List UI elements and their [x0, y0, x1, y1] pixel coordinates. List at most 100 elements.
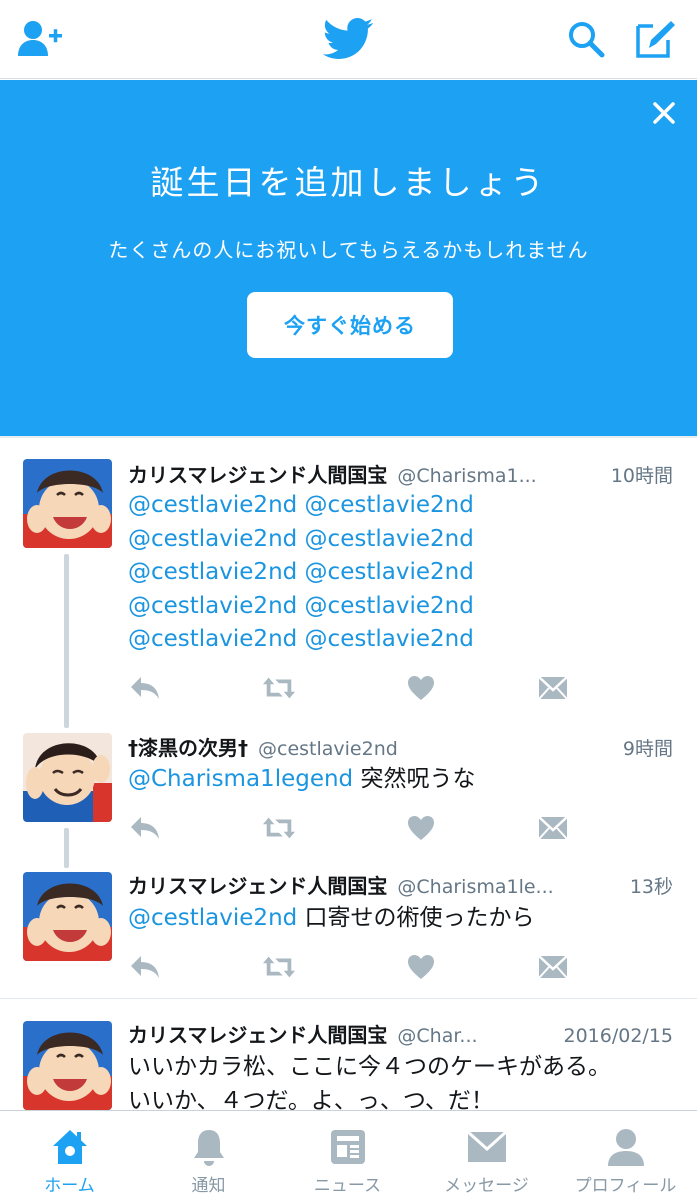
- profile-icon: [607, 1129, 644, 1166]
- tweet-header: カリスマレジェンド人間国宝 @Charisma1... 10時間: [128, 459, 673, 489]
- twitter-bird-icon: [323, 18, 373, 59]
- reply-icon: [131, 677, 159, 699]
- tweet-text: @cestlavie2nd 口寄せの術使ったから: [128, 902, 677, 936]
- news-icon: [330, 1130, 365, 1164]
- tweet-header: カリスマレジェンド人間国宝 @Char... 2016/02/15: [128, 1019, 673, 1049]
- mention-line[interactable]: @cestlavie2nd @cestlavie2nd: [128, 556, 677, 590]
- avatar[interactable]: [23, 459, 112, 548]
- display-name[interactable]: カリスマレジェンド人間国宝: [128, 1019, 387, 1048]
- search-icon: [569, 22, 605, 58]
- timestamp[interactable]: 13秒: [630, 872, 673, 899]
- timestamp[interactable]: 10時間: [611, 461, 673, 488]
- display-name[interactable]: カリスマレジェンド人間国宝: [128, 459, 387, 488]
- tweet-actions: [128, 952, 588, 982]
- mention-line[interactable]: @cestlavie2nd @cestlavie2nd: [128, 489, 677, 523]
- reply-button[interactable]: [128, 813, 162, 843]
- avatar[interactable]: [23, 872, 112, 961]
- avatar-image: [23, 1021, 112, 1110]
- home-icon: [52, 1130, 87, 1164]
- mention-link[interactable]: @cestlavie2nd: [128, 905, 297, 931]
- bottom-tab-bar: ホーム 通知 ニュース メッセージ プロフィール: [0, 1110, 697, 1200]
- twitter-home-logo[interactable]: [320, 14, 378, 64]
- birthday-prompt-banner: 誕生日を追加しましょう たくさんの人にお祝いしてもらえるかもしれません 今すぐ始…: [0, 80, 697, 436]
- tweet-actions: [128, 813, 588, 843]
- tweet-text: @cestlavie2nd @cestlavie2nd @cestlavie2n…: [128, 489, 677, 657]
- heart-icon: [408, 676, 434, 700]
- compose-icon: [636, 21, 675, 58]
- thread-connector: [64, 554, 69, 728]
- avatar-image: [23, 459, 112, 548]
- tweet[interactable]: カリスマレジェンド人間国宝 @Char... 2016/02/15 いいかカラ松…: [0, 999, 697, 1110]
- add-user-icon: [18, 21, 62, 56]
- display-name[interactable]: †漆黒の次男†: [128, 732, 248, 761]
- avatar[interactable]: [23, 733, 112, 822]
- direct-message-button[interactable]: [536, 813, 570, 843]
- close-icon: [653, 102, 675, 124]
- tweet-header: カリスマレジェンド人間国宝 @Charisma1le... 13秒: [128, 870, 673, 900]
- tweet-text-content: 突然呪うな: [353, 766, 476, 792]
- mention-line[interactable]: @cestlavie2nd @cestlavie2nd: [128, 623, 677, 657]
- top-navigation-bar: [0, 0, 697, 79]
- envelope-icon: [466, 1131, 507, 1162]
- tweet[interactable]: †漆黒の次男† @cestlavie2nd 9時間 @Charisma1lege…: [0, 728, 697, 868]
- direct-message-button[interactable]: [536, 952, 570, 982]
- envelope-icon: [538, 676, 568, 700]
- tab-messages[interactable]: メッセージ: [417, 1111, 556, 1200]
- tab-label: 通知: [191, 1176, 226, 1196]
- avatar[interactable]: [23, 1021, 112, 1110]
- reply-button[interactable]: [128, 952, 162, 982]
- tab-notifications[interactable]: 通知: [139, 1111, 278, 1200]
- tweet[interactable]: カリスマレジェンド人間国宝 @Charisma1... 10時間 @cestla…: [0, 438, 697, 728]
- retweet-icon: [262, 677, 296, 699]
- tweet-text: @Charisma1legend 突然呪うな: [128, 763, 677, 797]
- like-button[interactable]: [404, 673, 438, 703]
- thread-connector: [64, 828, 69, 868]
- heart-icon: [408, 816, 434, 840]
- reply-icon: [131, 956, 159, 978]
- tab-label: ホーム: [44, 1176, 95, 1196]
- banner-close-button[interactable]: [647, 96, 681, 130]
- tweet-text-line: いいか、４つだ。よ、っ、つ、だ！: [128, 1087, 494, 1111]
- username[interactable]: @Charisma1le...: [397, 876, 621, 898]
- tab-profile[interactable]: プロフィール: [556, 1111, 695, 1200]
- username[interactable]: @cestlavie2nd: [258, 738, 615, 760]
- mention-line[interactable]: @cestlavie2nd @cestlavie2nd: [128, 590, 677, 624]
- compose-tweet-button[interactable]: [630, 14, 682, 64]
- retweet-icon: [262, 956, 296, 978]
- bell-icon: [193, 1130, 224, 1166]
- avatar-image: [23, 872, 112, 961]
- timestamp[interactable]: 9時間: [623, 734, 673, 761]
- timestamp[interactable]: 2016/02/15: [563, 1025, 673, 1047]
- banner-title: 誕生日を追加しましょう: [150, 163, 547, 202]
- mention-line[interactable]: @cestlavie2nd @cestlavie2nd: [128, 523, 677, 557]
- envelope-icon: [538, 955, 568, 979]
- tab-label: ニュース: [313, 1176, 382, 1196]
- tweet[interactable]: カリスマレジェンド人間国宝 @Charisma1le... 13秒 @cestl…: [0, 868, 697, 998]
- envelope-icon: [538, 816, 568, 840]
- reply-icon: [131, 817, 159, 839]
- add-user-button[interactable]: [14, 14, 66, 64]
- tab-label: プロフィール: [574, 1176, 677, 1196]
- username[interactable]: @Charisma1...: [397, 465, 602, 487]
- reply-button[interactable]: [128, 673, 162, 703]
- tweet-actions: [128, 673, 588, 703]
- direct-message-button[interactable]: [536, 673, 570, 703]
- tab-news[interactable]: ニュース: [278, 1111, 417, 1200]
- tab-label: メッセージ: [444, 1176, 529, 1196]
- username[interactable]: @Char...: [397, 1025, 555, 1047]
- heart-icon: [408, 955, 434, 979]
- like-button[interactable]: [404, 813, 438, 843]
- like-button[interactable]: [404, 952, 438, 982]
- retweet-button[interactable]: [262, 952, 296, 982]
- display-name[interactable]: カリスマレジェンド人間国宝: [128, 870, 387, 899]
- mention-link[interactable]: @Charisma1legend: [128, 766, 353, 792]
- start-now-button[interactable]: 今すぐ始める: [247, 292, 453, 358]
- search-button[interactable]: [560, 14, 612, 64]
- tab-home[interactable]: ホーム: [0, 1111, 139, 1200]
- tweet-header: †漆黒の次男† @cestlavie2nd 9時間: [128, 732, 673, 762]
- tweet-text-line: いいかカラ松、ここに今４つのケーキがある。: [128, 1054, 611, 1080]
- tweet-text-content: 口寄せの術使ったから: [297, 905, 535, 931]
- retweet-button[interactable]: [262, 813, 296, 843]
- retweet-button[interactable]: [262, 673, 296, 703]
- tweet-text: いいかカラ松、ここに今４つのケーキがある。 いいか、４つだ。よ、っ、つ、だ！: [128, 1051, 689, 1110]
